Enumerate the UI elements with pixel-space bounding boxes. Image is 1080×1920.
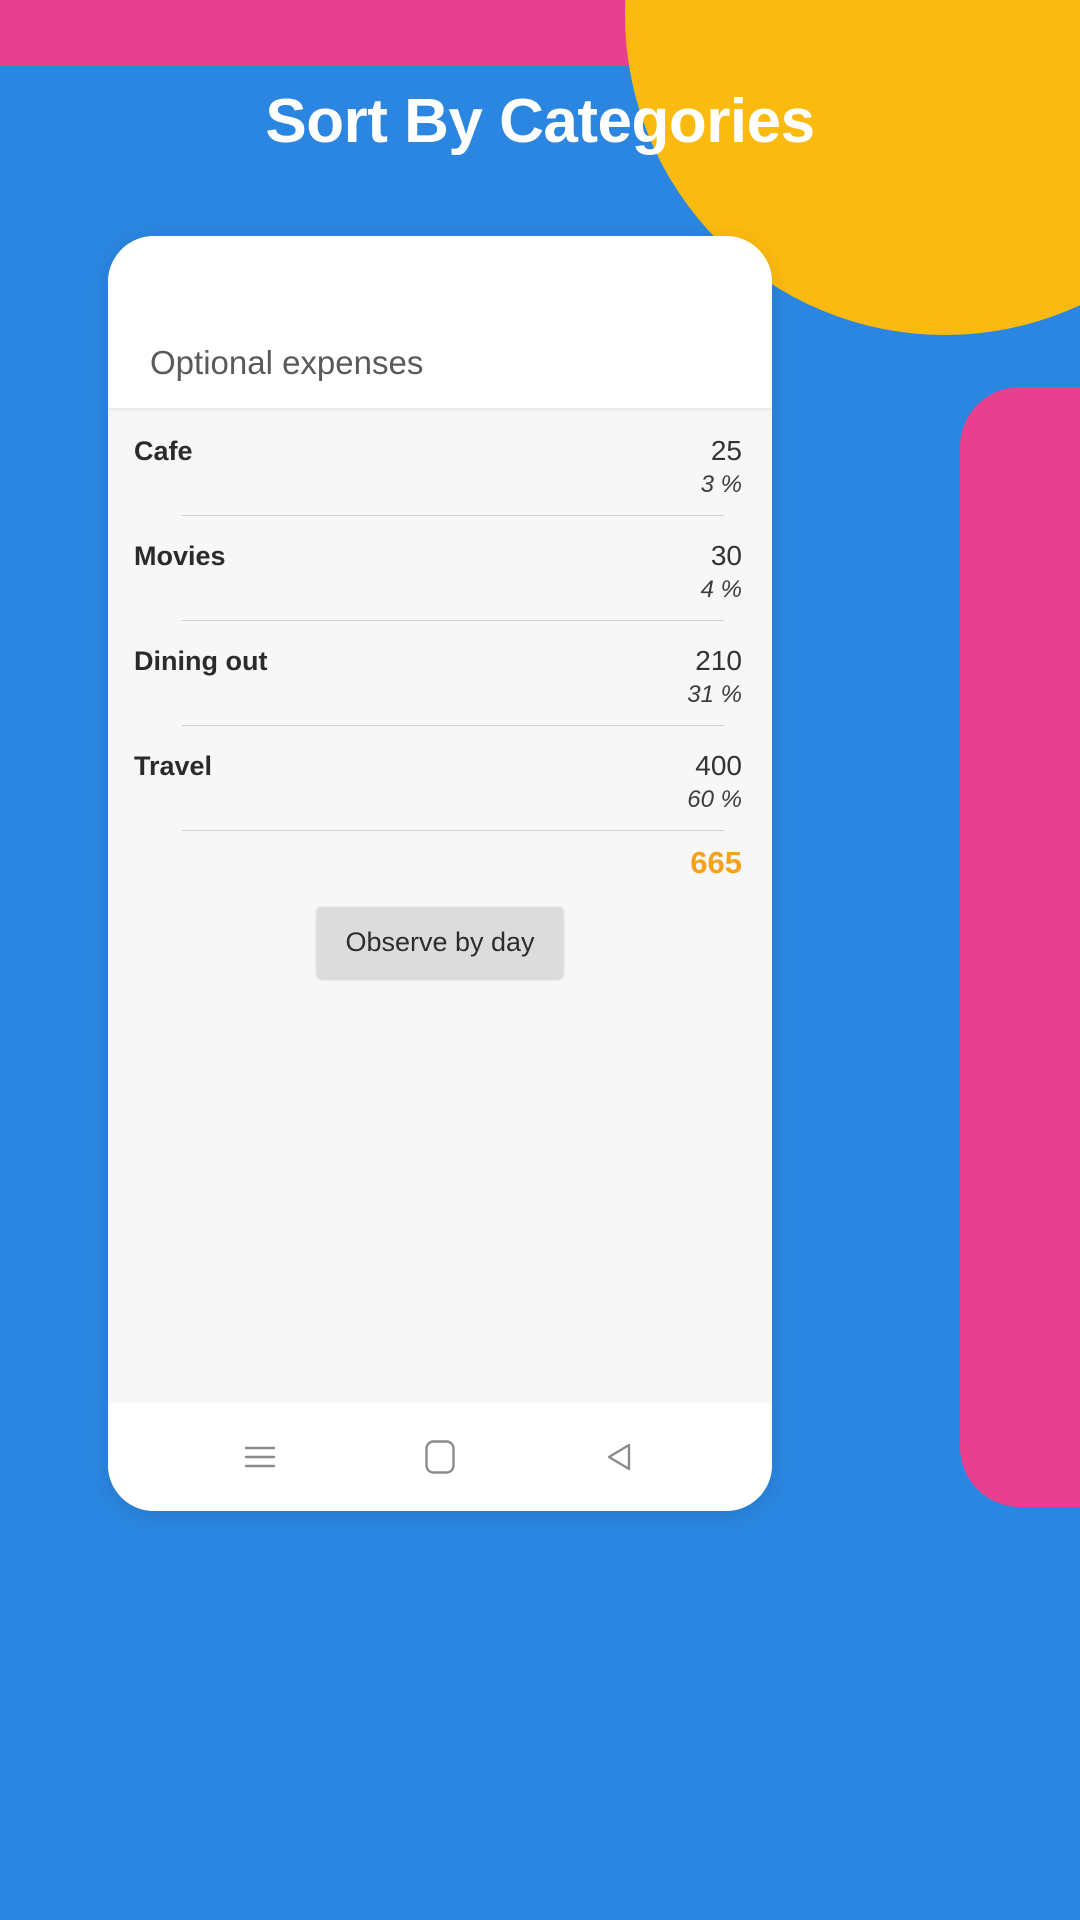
expense-category-name: Cafe xyxy=(134,436,193,466)
expense-amount: 25 xyxy=(710,435,742,466)
expense-amount: 30 xyxy=(710,540,742,571)
hamburger-menu-icon[interactable] xyxy=(229,1426,291,1488)
observe-by-day-button[interactable]: Observe by day xyxy=(317,907,563,978)
expense-percent: 4 % xyxy=(700,576,742,603)
app-bar-title: Optional expenses xyxy=(150,344,424,381)
row-main-line: Movies 30 xyxy=(134,540,742,572)
rounded-square-icon[interactable] xyxy=(409,1426,471,1488)
table-row[interactable]: Cafe 25 3 % xyxy=(108,419,772,524)
row-main-line: Travel 400 xyxy=(134,750,742,782)
row-divider xyxy=(182,620,724,621)
expense-category-name: Dining out xyxy=(134,646,268,676)
left-triangle-icon[interactable] xyxy=(589,1426,651,1488)
observe-button-container: Observe by day xyxy=(108,907,772,978)
table-row[interactable]: Travel 400 60 % xyxy=(108,734,772,839)
expense-amount: 210 xyxy=(695,645,742,676)
row-divider xyxy=(182,725,724,726)
total-amount: 665 xyxy=(690,845,742,880)
table-row[interactable]: Dining out 210 31 % xyxy=(108,629,772,734)
row-percent-line: 3 % xyxy=(134,471,742,499)
expense-amount: 400 xyxy=(695,750,742,781)
expense-percent: 3 % xyxy=(700,471,742,498)
row-percent-line: 60 % xyxy=(134,786,742,814)
phone-mockup-frame: Optional expenses Cafe 25 3 % Movies 30 … xyxy=(108,236,772,1511)
expense-category-name: Travel xyxy=(134,751,213,781)
total-row: 665 xyxy=(108,839,772,881)
row-divider xyxy=(182,830,724,831)
row-percent-line: 31 % xyxy=(134,681,742,709)
system-navigation-bar xyxy=(108,1403,772,1511)
expense-percent: 31 % xyxy=(687,681,742,708)
pink-panel-decoration xyxy=(960,387,1080,1507)
expense-category-name: Movies xyxy=(134,541,226,571)
expense-percent: 60 % xyxy=(687,786,742,813)
row-main-line: Dining out 210 xyxy=(134,645,742,677)
row-main-line: Cafe 25 xyxy=(134,435,742,467)
app-bar: Optional expenses xyxy=(108,236,772,408)
page-title: Sort By Categories xyxy=(265,87,815,156)
row-divider xyxy=(182,515,724,516)
expense-list[interactable]: Cafe 25 3 % Movies 30 4 % Dining out 210 xyxy=(108,408,772,1403)
row-percent-line: 4 % xyxy=(134,576,742,604)
table-row[interactable]: Movies 30 4 % xyxy=(108,524,772,629)
